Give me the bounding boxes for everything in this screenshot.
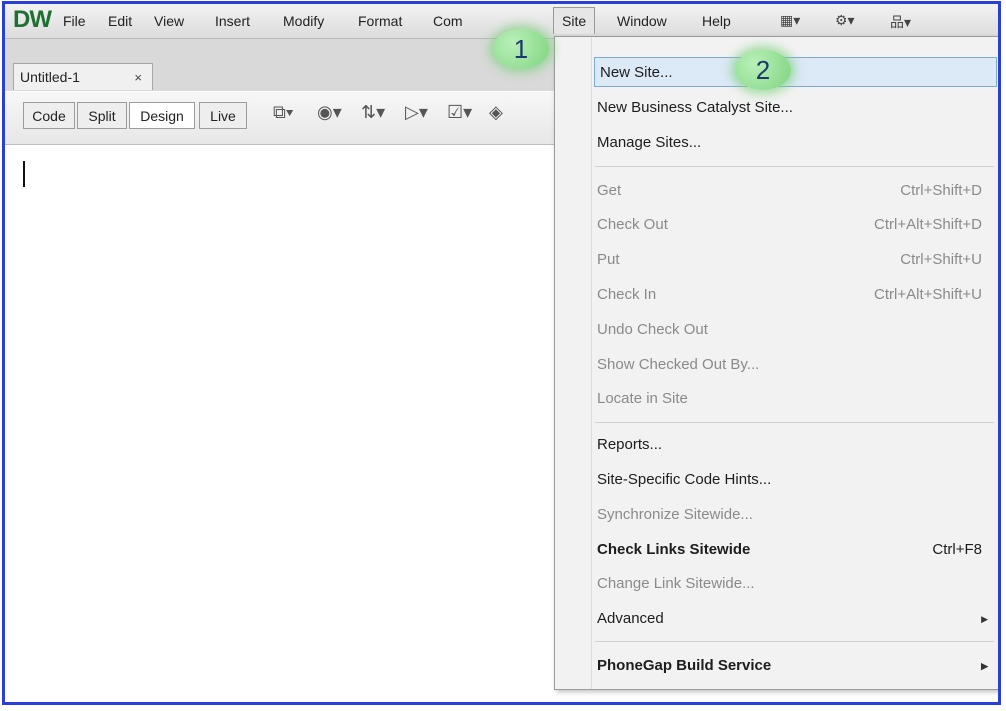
menu-separator: [595, 166, 994, 167]
visual-aids-icon[interactable]: ◈: [489, 102, 503, 123]
menu-item-undo-check-out[interactable]: Undo Check Out: [597, 315, 992, 345]
close-icon[interactable]: ×: [134, 64, 142, 91]
menu-item-reports[interactable]: Reports...: [597, 430, 992, 460]
multiscreen-icon[interactable]: ⧉▾: [273, 102, 293, 123]
menu-item-label: Locate in Site: [597, 390, 688, 407]
step-1-badge: 1: [493, 29, 549, 69]
site-menu-dropdown: New Site... New Business Catalyst Site..…: [554, 36, 998, 690]
menu-item-phonegap-build-service[interactable]: PhoneGap Build Service ▶: [597, 651, 992, 681]
menu-item-label: Undo Check Out: [597, 321, 708, 338]
inspect-icon[interactable]: ▷▾: [405, 102, 428, 123]
menu-item-new-site[interactable]: New Site...: [594, 57, 997, 87]
menu-item-label: Put: [597, 251, 620, 268]
validate-icon[interactable]: ☑▾: [447, 102, 472, 123]
menu-file[interactable]: File: [63, 13, 86, 29]
menu-item-check-in[interactable]: Check In Ctrl+Alt+Shift+U: [597, 280, 992, 310]
menu-format[interactable]: Format: [358, 13, 402, 29]
menu-item-label: Site-Specific Code Hints...: [597, 471, 772, 488]
browser-preview-icon[interactable]: ◉▾: [317, 102, 342, 123]
menu-item-label: Check Out: [597, 216, 668, 233]
menu-site[interactable]: Site: [553, 7, 596, 34]
menu-item-check-out[interactable]: Check Out Ctrl+Alt+Shift+D: [597, 210, 992, 240]
menu-item-label: PhoneGap Build Service: [597, 657, 772, 674]
menu-item-new-business-catalyst-site[interactable]: New Business Catalyst Site...: [597, 93, 992, 123]
code-view-button[interactable]: Code: [23, 102, 75, 129]
split-view-button[interactable]: Split: [77, 102, 127, 129]
gear-icon[interactable]: ⚙▾: [835, 12, 855, 29]
menu-item-change-link-sitewide[interactable]: Change Link Sitewide...: [597, 569, 992, 599]
menu-item-site-specific-code-hints[interactable]: Site-Specific Code Hints...: [597, 465, 992, 495]
sitemap-icon[interactable]: 品▾: [890, 12, 911, 32]
menu-item-label: Check In: [597, 286, 657, 303]
menu-item-get[interactable]: Get Ctrl+Shift+D: [597, 176, 992, 206]
design-view-button[interactable]: Design: [129, 102, 195, 129]
layout-icon[interactable]: ▦▾: [780, 12, 800, 29]
app-window: DW File Edit View Insert Modify Format C…: [2, 1, 1001, 705]
menu-item-advanced[interactable]: Advanced ▶: [597, 604, 992, 634]
menu-commands[interactable]: Com: [433, 13, 463, 29]
menu-item-label: Manage Sites...: [597, 134, 702, 151]
submenu-arrow-icon: ▶: [981, 614, 988, 624]
menu-item-shortcut: Ctrl+Alt+Shift+U: [874, 286, 982, 303]
menu-item-shortcut: Ctrl+Alt+Shift+D: [874, 216, 982, 233]
menu-item-label: Get: [597, 182, 622, 199]
text-caret: [23, 161, 25, 187]
menu-item-shortcut: Ctrl+Shift+U: [900, 251, 982, 268]
menu-item-manage-sites[interactable]: Manage Sites...: [597, 128, 992, 158]
menu-item-label: Synchronize Sitewide...: [597, 506, 753, 523]
step-2-badge: 2: [735, 50, 791, 90]
menu-item-label: Reports...: [597, 436, 663, 453]
menu-modify[interactable]: Modify: [283, 13, 324, 29]
menu-item-check-links-sitewide[interactable]: Check Links Sitewide Ctrl+F8: [597, 535, 992, 565]
menu-item-put[interactable]: Put Ctrl+Shift+U: [597, 245, 992, 275]
menu-item-label: New Site...: [600, 64, 673, 81]
menu-item-label: New Business Catalyst Site...: [597, 99, 793, 116]
menu-item-label: Check Links Sitewide: [597, 541, 751, 558]
menu-help[interactable]: Help: [702, 13, 731, 29]
menu-item-label: Advanced: [597, 610, 664, 627]
menu-item-shortcut: Ctrl+F8: [932, 541, 982, 558]
document-tab[interactable]: Untitled-1 ×: [13, 63, 153, 90]
file-management-icon[interactable]: ⇅▾: [361, 102, 385, 123]
menu-gutter: [555, 37, 592, 689]
menu-window[interactable]: Window: [617, 13, 667, 29]
menu-item-label: Show Checked Out By...: [597, 356, 760, 373]
menu-item-synchronize-sitewide[interactable]: Synchronize Sitewide...: [597, 500, 992, 530]
menu-separator: [595, 422, 994, 423]
live-view-button[interactable]: Live: [199, 102, 247, 129]
menu-item-label: Change Link Sitewide...: [597, 575, 755, 592]
menu-separator: [595, 641, 994, 642]
menu-view[interactable]: View: [154, 13, 184, 29]
menu-item-locate-in-site[interactable]: Locate in Site: [597, 384, 992, 414]
menu-item-show-checked-out-by[interactable]: Show Checked Out By...: [597, 350, 992, 380]
dreamweaver-logo: DW: [13, 6, 52, 33]
document-tab-label: Untitled-1: [20, 69, 80, 85]
menu-item-shortcut: Ctrl+Shift+D: [900, 182, 982, 199]
menu-edit[interactable]: Edit: [108, 13, 132, 29]
submenu-arrow-icon: ▶: [981, 661, 988, 671]
menu-insert[interactable]: Insert: [215, 13, 250, 29]
